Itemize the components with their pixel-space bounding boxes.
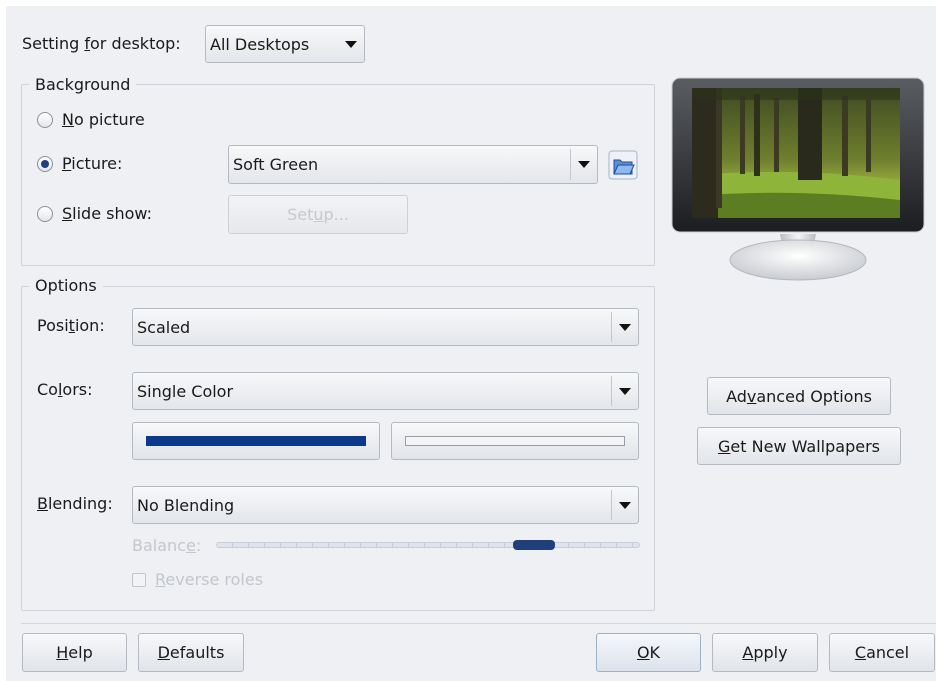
chevron-down-icon (611, 376, 638, 406)
ok-button[interactable]: OK (596, 633, 701, 672)
cancel-button[interactable]: Cancel (829, 633, 935, 672)
no-picture-radio[interactable] (37, 112, 53, 128)
slide-show-label[interactable]: Slide show: (62, 204, 152, 224)
primary-color-button[interactable] (132, 422, 380, 460)
apply-button[interactable]: Apply (712, 633, 818, 672)
colors-select-value: Single Color (137, 381, 234, 401)
defaults-button[interactable]: Defaults (138, 633, 244, 672)
help-button[interactable]: Help (22, 633, 127, 672)
colors-select[interactable]: Single Color (132, 372, 639, 410)
desktop-setting-label: Setting for desktop: (22, 34, 181, 53)
chevron-down-icon (611, 490, 638, 520)
balance-slider-handle[interactable] (513, 540, 555, 550)
folder-open-icon[interactable] (608, 150, 638, 180)
blending-select-value: No Blending (137, 495, 235, 515)
advanced-options-button[interactable]: Ad v anced Options (707, 377, 891, 415)
balance-slider-track (216, 542, 640, 548)
background-settings-dialog: Setting for desktop: All Desktops Backgr… (6, 6, 936, 681)
reverse-roles-label: Reverse roles (155, 570, 264, 589)
chevron-down-icon (611, 312, 638, 342)
secondary-color-button[interactable] (391, 422, 639, 460)
get-new-wallpapers-button[interactable]: Get New Wallpapers (697, 427, 901, 465)
no-picture-label[interactable]: No picture (62, 110, 145, 130)
footer-divider (21, 623, 936, 624)
setup-button[interactable]: Set u p... (228, 195, 408, 234)
slide-show-radio[interactable] (37, 206, 53, 222)
picture-label[interactable]: Picture: (62, 154, 122, 174)
blending-select[interactable]: No Blending (132, 486, 639, 524)
colors-label: Colors: (37, 380, 93, 399)
position-select[interactable]: Scaled (132, 308, 639, 346)
monitor-preview-icon (670, 76, 926, 282)
picture-select-value: Soft Green (233, 155, 319, 174)
reverse-roles-checkbox[interactable] (132, 573, 146, 587)
desktop-select[interactable]: All Desktops (205, 25, 365, 63)
chevron-down-icon (570, 149, 597, 180)
picture-select[interactable]: Soft Green (228, 145, 598, 184)
balance-label: Balance: (132, 536, 202, 555)
blending-label: Blending: (37, 494, 113, 513)
balance-slider[interactable] (216, 540, 640, 550)
options-group-title: Options (29, 276, 103, 296)
chevron-down-icon (338, 29, 364, 59)
picture-radio[interactable] (37, 156, 53, 172)
desktop-select-value: All Desktops (210, 34, 310, 54)
background-group-title: Background (29, 75, 137, 95)
position-select-value: Scaled (137, 317, 191, 337)
position-label: Position: (37, 316, 105, 335)
primary-color-swatch (146, 436, 366, 446)
secondary-color-swatch (405, 436, 625, 446)
